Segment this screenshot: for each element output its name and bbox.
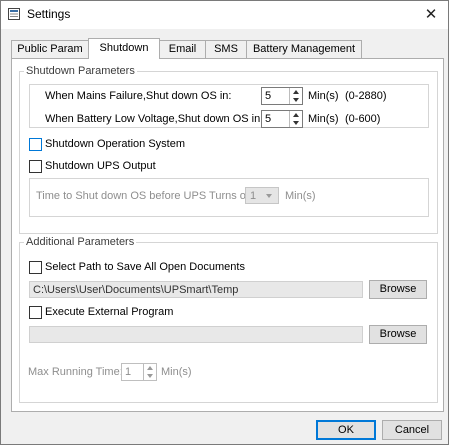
window-title: Settings: [27, 7, 71, 21]
max-running-value: 1: [125, 366, 132, 378]
chevron-down-icon: [266, 194, 272, 198]
stepper-arrows-icon[interactable]: [289, 111, 302, 127]
tab-sms[interactable]: SMS: [205, 40, 247, 58]
shutdown-panel: Shutdown Parameters When Mains Failure,S…: [11, 58, 444, 412]
tab-email[interactable]: Email: [159, 40, 206, 58]
external-program-checkbox[interactable]: [29, 306, 42, 319]
low-voltage-unit: Min(s): [308, 113, 339, 125]
shutdown-os-label[interactable]: Shutdown Operation System: [45, 138, 185, 150]
mains-failure-stepper[interactable]: 5: [261, 87, 303, 105]
stepper-arrows-icon[interactable]: [289, 88, 302, 104]
ups-turnoff-label: Time to Shut down OS before UPS Turns of…: [36, 190, 255, 202]
save-docs-checkbox[interactable]: [29, 261, 42, 274]
save-docs-label[interactable]: Select Path to Save All Open Documents: [45, 261, 245, 273]
low-voltage-stepper[interactable]: 5: [261, 110, 303, 128]
ups-turnoff-value: 1: [250, 190, 257, 202]
mains-failure-label: When Mains Failure,Shut down OS in:: [45, 90, 232, 102]
settings-window: Settings ✕ Public Param Shutdown Email S…: [0, 0, 449, 445]
ok-button[interactable]: OK: [316, 420, 376, 440]
external-program-label[interactable]: Execute External Program: [45, 306, 173, 318]
low-voltage-value: 5: [265, 113, 272, 125]
shutdown-os-checkbox[interactable]: [29, 138, 42, 151]
mains-failure-range: (0-2880): [345, 90, 387, 102]
low-voltage-range: (0-600): [345, 113, 381, 125]
shutdown-ups-checkbox[interactable]: [29, 160, 42, 173]
stepper-arrows-icon[interactable]: [143, 364, 156, 380]
title-bar[interactable]: Settings ✕: [1, 1, 448, 29]
tab-shutdown[interactable]: Shutdown: [88, 38, 160, 59]
shutdown-ups-label[interactable]: Shutdown UPS Output: [45, 160, 156, 172]
cancel-button[interactable]: Cancel: [382, 420, 442, 440]
max-running-label: Max Running Time:: [28, 366, 123, 378]
shutdown-parameters-legend: Shutdown Parameters: [26, 65, 135, 77]
tab-battery-management[interactable]: Battery Management: [246, 40, 362, 58]
max-running-unit: Min(s): [161, 366, 192, 378]
app-settings-icon: [8, 8, 20, 20]
program-path-field[interactable]: [29, 326, 363, 343]
browse-program-button[interactable]: Browse: [369, 325, 427, 344]
save-path-field[interactable]: C:\Users\User\Documents\UPSmart\Temp: [29, 281, 363, 298]
ups-turnoff-unit: Min(s): [285, 190, 316, 202]
browse-path-button[interactable]: Browse: [369, 280, 427, 299]
mains-failure-unit: Min(s): [308, 90, 339, 102]
low-voltage-label: When Battery Low Voltage,Shut down OS in…: [45, 113, 264, 125]
max-running-stepper[interactable]: 1: [121, 363, 157, 381]
additional-parameters-legend: Additional Parameters: [26, 236, 135, 248]
ups-turnoff-select[interactable]: 1: [245, 187, 279, 204]
mains-failure-value: 5: [265, 90, 272, 102]
close-icon[interactable]: ✕: [414, 1, 448, 29]
tab-public-param[interactable]: Public Param: [11, 40, 89, 58]
